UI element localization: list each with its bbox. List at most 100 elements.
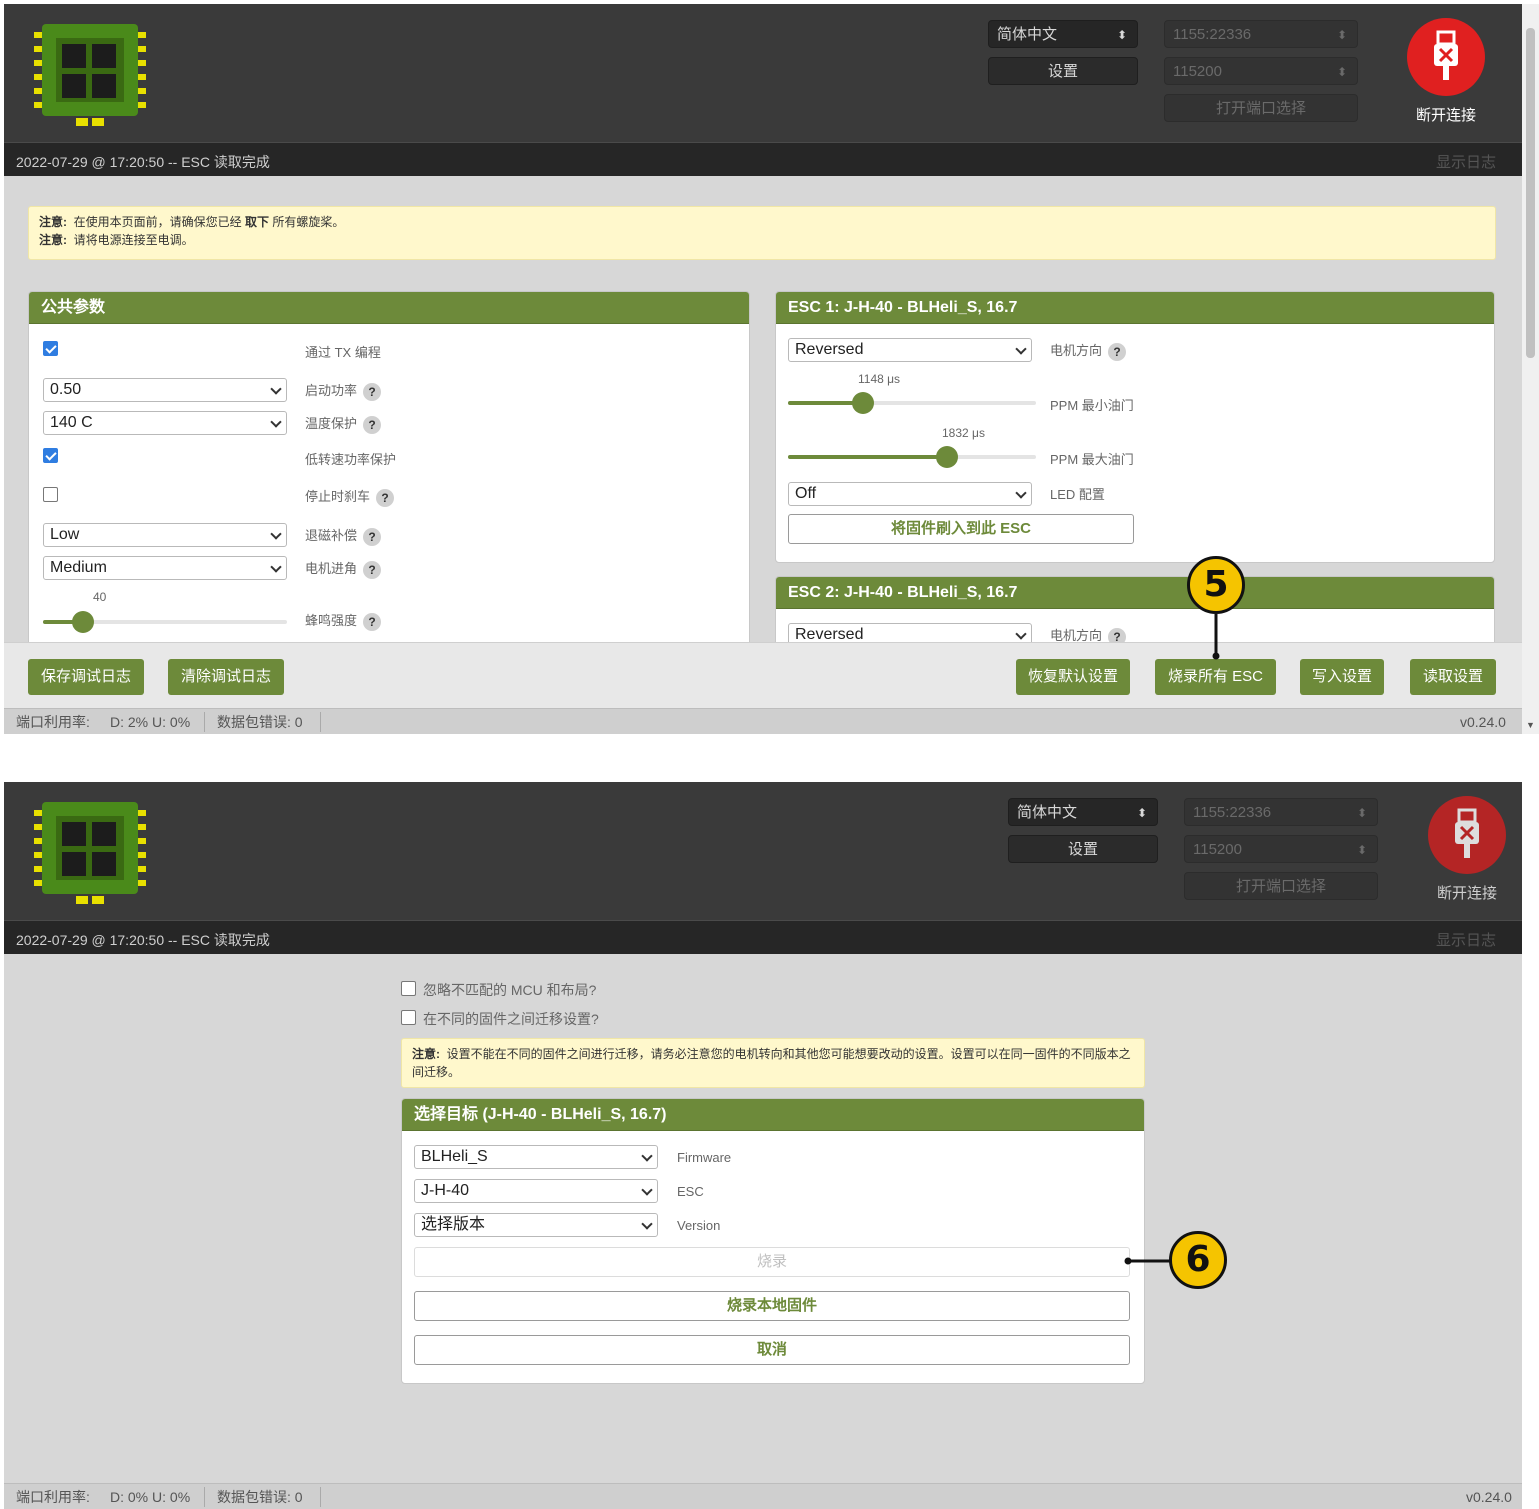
scroll-down-icon[interactable]: ▼ [1526, 720, 1535, 730]
help-icon[interactable]: ? [363, 382, 382, 401]
temp-protect-text: 温度保护 [305, 416, 358, 431]
flash-all-esc-button[interactable]: 烧录所有 ESC [1155, 659, 1276, 695]
restore-defaults-button[interactable]: 恢复默认设置 [1016, 659, 1130, 695]
temp-protect-select[interactable]: 140 C [43, 411, 287, 435]
slider-knob[interactable] [936, 446, 958, 468]
log-message: 2022-07-29 @ 17:20:50 -- ESC 读取完成 [16, 932, 270, 948]
esc1-direction-select[interactable]: Reversed [788, 338, 1032, 362]
ppm-min-slider[interactable] [788, 392, 1036, 414]
esc-board-logo-icon [34, 802, 146, 904]
timing-label: 电机进角? [305, 558, 382, 579]
migration-notice: 注意: 设置不能在不同的固件之间进行迁移，请务必注意您的电机转向和其他您可能想要… [401, 1038, 1145, 1088]
updown-arrows-icon: ⬍ [1356, 843, 1367, 857]
chevron-down-icon [1015, 487, 1027, 499]
firmware-select[interactable]: BLHeli_S [414, 1145, 658, 1169]
ppm-max-value: 1832 μs [942, 426, 985, 440]
warning-notice: 注意: 在使用本页面前，请确保您已经 取下 所有螺旋桨。 注意: 请将电源连接至… [28, 206, 1496, 260]
beep-slider[interactable] [43, 611, 287, 633]
tx-program-checkbox[interactable] [43, 341, 58, 356]
port-usage-value: D: 2% U: 0% [110, 714, 191, 730]
read-settings-button[interactable]: 读取设置 [1410, 659, 1496, 695]
select-target-panel: 选择目标 (J-H-40 - BLHeli_S, 16.7) BLHeli_S … [401, 1098, 1145, 1384]
footer-toolbar: 保存调试日志 清除调试日志 恢复默认设置 烧录所有 ESC 写入设置 读取设置 [4, 642, 1522, 708]
updown-arrows-icon: ⬍ [1116, 28, 1127, 42]
esc-board-logo-icon [34, 24, 146, 126]
cancel-button[interactable]: 取消 [414, 1335, 1130, 1365]
startup-power-text: 启动功率 [305, 383, 358, 398]
packet-errors: 数据包错误: 0 [217, 714, 303, 730]
migrate-settings-checkbox[interactable] [401, 1010, 416, 1025]
scrollbar[interactable]: ▼ [1522, 4, 1539, 734]
baud-select[interactable]: 115200 ⬍ [1164, 57, 1358, 85]
language-select[interactable]: 简体中文 ⬍ [988, 20, 1138, 48]
usb-disconnect-icon [1434, 30, 1458, 80]
demag-select[interactable]: Low [43, 523, 287, 547]
port-select[interactable]: 1155:22336 ⬍ [1164, 20, 1358, 48]
help-icon[interactable]: ? [1108, 342, 1127, 361]
open-port-button[interactable]: 打开端口选择 [1164, 94, 1358, 122]
chevron-down-icon [641, 1218, 653, 1230]
usb-disconnect-icon [1455, 808, 1479, 858]
updown-arrows-icon: ⬍ [1336, 65, 1347, 79]
port-value: 1155:22336 [1173, 26, 1252, 43]
esc-label: ESC [677, 1184, 704, 1199]
help-icon[interactable]: ? [363, 415, 382, 434]
demag-text: 退磁补偿 [305, 528, 358, 543]
ignore-mcu-checkbox[interactable] [401, 981, 416, 996]
clear-log-button[interactable]: 清除调试日志 [168, 659, 284, 695]
slider-knob[interactable] [852, 392, 874, 414]
log-bar: 2022-07-29 @ 17:20:50 -- ESC 读取完成 显示日志 [4, 142, 1522, 176]
migrate-settings-label: 在不同的固件之间迁移设置? [423, 1011, 599, 1027]
common-params-panel: 公共参数 通过 TX 编程 0.50 启动功率? 140 C 温度保护? 低转速… [28, 291, 750, 661]
updown-arrows-icon: ⬍ [1336, 28, 1347, 42]
chevron-down-icon [641, 1150, 653, 1162]
startup-power-select[interactable]: 0.50 [43, 378, 287, 402]
help-icon[interactable]: ? [363, 612, 382, 631]
disconnect-button[interactable] [1407, 18, 1485, 96]
chevron-down-icon [270, 561, 282, 573]
baud-value: 115200 [1193, 841, 1242, 858]
esc1-direction-label: 电机方向? [1050, 340, 1127, 361]
esc-value: J-H-40 [421, 1182, 470, 1199]
help-icon[interactable]: ? [376, 488, 395, 507]
timing-select[interactable]: Medium [43, 556, 287, 580]
screenshot-esc-configurator: 简体中文 ⬍ 设置 1155:22336 ⬍ 115200 ⬍ 打开端口选择 断… [4, 4, 1522, 734]
language-select[interactable]: 简体中文 ⬍ [1008, 798, 1158, 826]
esc-select[interactable]: J-H-40 [414, 1179, 658, 1203]
packet-errors: 数据包错误: 0 [217, 1489, 303, 1505]
marker-5-pointer-icon [1212, 614, 1220, 660]
step-marker-6: 6 [1169, 1231, 1227, 1289]
notice-text: 设置不能在不同的固件之间进行迁移，请务必注意您的电机转向和其他您可能想要改动的设… [412, 1047, 1131, 1079]
flash-local-firmware-button[interactable]: 烧录本地固件 [414, 1291, 1130, 1321]
disconnect-button[interactable] [1428, 796, 1506, 874]
slider-knob[interactable] [72, 611, 94, 633]
esc1-title: ESC 1: J-H-40 - BLHeli_S, 16.7 [776, 292, 1494, 324]
settings-button[interactable]: 设置 [1008, 835, 1158, 863]
baud-select[interactable]: 115200 ⬍ [1184, 835, 1378, 863]
slider-fill [788, 455, 947, 459]
step-marker-5: 5 [1187, 556, 1245, 614]
baud-value: 115200 [1173, 63, 1222, 80]
flash-button[interactable]: 烧录 [414, 1247, 1130, 1277]
chevron-down-icon [1015, 343, 1027, 355]
startup-power-label: 启动功率? [305, 380, 382, 401]
brake-on-stop-checkbox[interactable] [43, 487, 58, 502]
save-log-button[interactable]: 保存调试日志 [28, 659, 144, 695]
log-bar: 2022-07-29 @ 17:20:50 -- ESC 读取完成 显示日志 [4, 920, 1522, 954]
low-rpm-protect-checkbox[interactable] [43, 448, 58, 463]
ppm-min-label: PPM 最小油门 [1050, 398, 1134, 413]
version-select[interactable]: 选择版本 [414, 1213, 658, 1237]
write-settings-button[interactable]: 写入设置 [1300, 659, 1384, 695]
port-select[interactable]: 1155:22336 ⬍ [1184, 798, 1378, 826]
led-select[interactable]: Off [788, 482, 1032, 506]
flash-this-esc-button[interactable]: 将固件刷入到此 ESC [788, 514, 1134, 544]
help-icon[interactable]: ? [363, 527, 382, 546]
settings-button[interactable]: 设置 [988, 57, 1138, 85]
show-log-link[interactable]: 显示日志 [1436, 151, 1496, 172]
scrollbar-thumb[interactable] [1526, 28, 1535, 358]
open-port-button[interactable]: 打开端口选择 [1184, 872, 1378, 900]
help-icon[interactable]: ? [363, 560, 382, 579]
firmware-label: Firmware [677, 1150, 732, 1165]
show-log-link[interactable]: 显示日志 [1436, 929, 1496, 950]
ppm-max-slider[interactable] [788, 446, 1036, 468]
